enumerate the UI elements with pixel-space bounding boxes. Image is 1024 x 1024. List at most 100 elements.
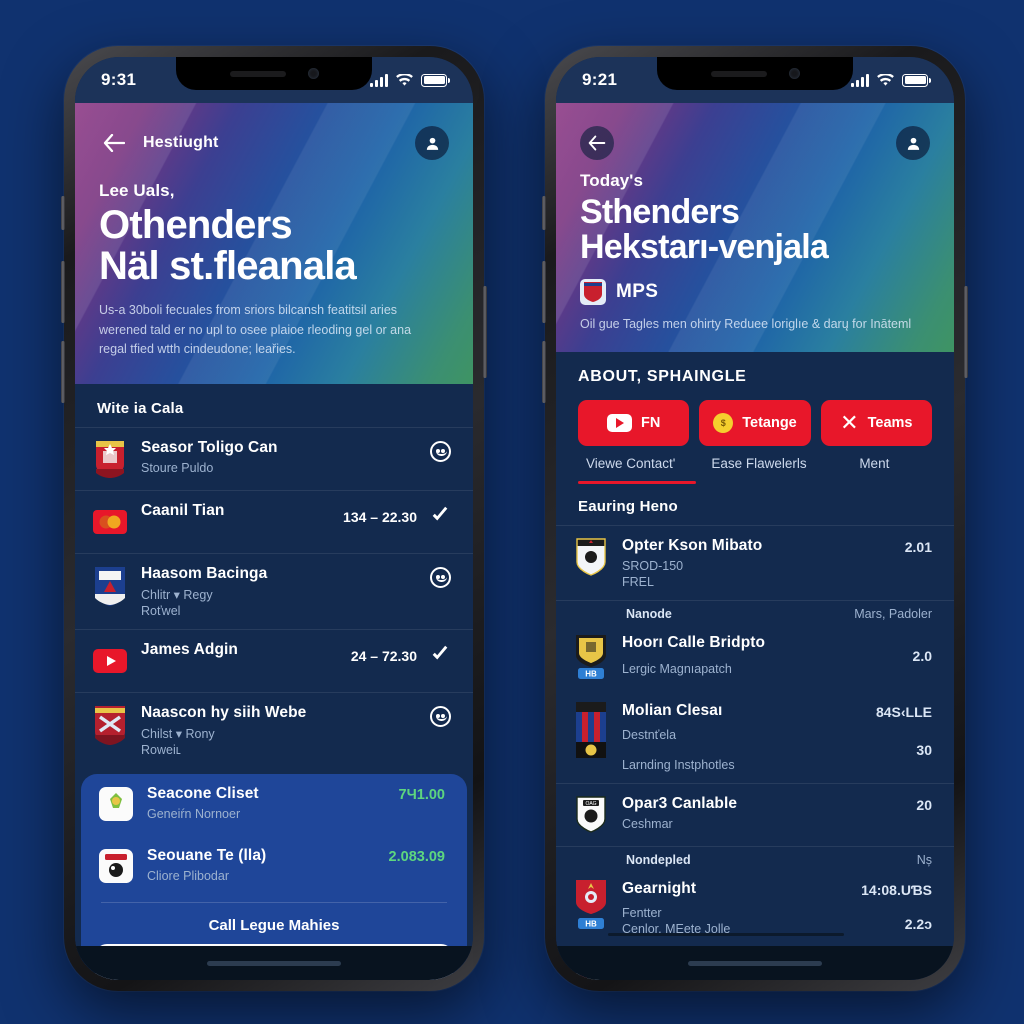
list-item-value: 14:08.UƁS [861, 882, 932, 899]
earpiece-speaker [710, 70, 767, 77]
action-button-fn[interactable]: FN [578, 400, 690, 447]
club-crest-icon: HB [574, 880, 608, 932]
play-button-icon [93, 641, 127, 681]
phone-device-left: 9:31 Hestiught Lee Uals, Othenders Näl s… [61, 46, 487, 991]
list-item[interactable]: Seacone Cliset Geneiŕn Nornoer 7Ч1.00 [81, 774, 467, 836]
volume-down-button[interactable] [61, 341, 65, 403]
list-item[interactable]: Molian Clesaı Destnťela Larnding Instpho… [556, 691, 954, 783]
battery-full-icon [902, 73, 931, 87]
list-item-name: Haasom Bacinga [141, 564, 268, 582]
list-item-value: 20 [916, 797, 932, 814]
device-notch [176, 57, 372, 90]
hero-eyebrow: Today's [580, 171, 643, 190]
list-item-sub: Chlitr ▾ Regy [141, 587, 213, 602]
list-item[interactable]: HB Hoorı Calle Bridpto Lergic Magnıapatc… [556, 623, 954, 691]
sub-row-left: Nondepled [626, 853, 691, 868]
user-avatar-icon[interactable] [415, 126, 449, 160]
silent-switch[interactable] [542, 196, 546, 230]
cellular-bars-icon [370, 73, 388, 87]
check-icon[interactable] [429, 504, 451, 531]
section-label: ABOUT, SPHAINGLE [578, 368, 747, 386]
list-item[interactable]: Opter Kson Mibato SROD-150 FREL 2.01 [556, 525, 954, 600]
list-item[interactable]: Caanil Tian 134 – 22.30 [75, 489, 473, 553]
tab-label-row: Viewe Contact' Ease Flawelerls Ment [556, 446, 954, 471]
back-arrow-icon[interactable] [580, 126, 614, 160]
list-item-sub2: Roťwel [141, 603, 181, 618]
scroll-indicator[interactable] [608, 933, 844, 936]
list-item-name: Gearnight [622, 880, 697, 898]
list-item-name: Opter Kson Mibato [622, 537, 763, 555]
list-item-name: Seouane Te (lla) [147, 846, 267, 864]
home-indicator-bar [556, 946, 954, 980]
list-item[interactable]: Seouane Te (lla) Cliore Plibodar 2.083.0… [81, 836, 467, 898]
close-x-icon: ✕ [840, 410, 859, 436]
list-item-sub: Fentter [622, 906, 662, 921]
list-item-name: Seasor Toligo Can [141, 438, 278, 456]
action-button-tetange[interactable]: $ Tetange [699, 400, 811, 447]
action-button-teams[interactable]: ✕ Teams [820, 400, 932, 447]
svg-text:HB: HB [585, 670, 597, 679]
user-avatar-icon[interactable] [896, 126, 930, 160]
front-camera [307, 68, 319, 79]
silent-switch[interactable] [61, 196, 65, 230]
volume-up-button[interactable] [61, 261, 65, 323]
refresh-face-icon[interactable] [430, 705, 451, 727]
status-clock: 9:31 [101, 70, 137, 89]
list-item-sub: Ceshmar [622, 817, 673, 832]
list-item-score: 24 – 72.30 [350, 648, 417, 664]
list-item-sub: Geneiŕn Nornoer [147, 806, 241, 821]
earpiece-speaker [229, 70, 286, 77]
list-item[interactable]: OAG Opar3 Canlable Ceshmar 20 [556, 783, 954, 846]
status-indicators [370, 73, 450, 87]
device-notch [657, 57, 853, 90]
club-crest-icon [99, 847, 133, 887]
check-icon[interactable] [429, 643, 451, 670]
list-item[interactable]: Naascon hy siih Webe Chilst ▾ Rony Rowei… [75, 691, 473, 768]
wifi-icon [396, 73, 413, 86]
tab-ease-flawelerls[interactable]: Ease Flawelerls [701, 456, 816, 471]
hero-description: Oil gue Tagles men ohirty Reduee loriglı… [580, 317, 912, 332]
page-title-line2: Näl st.fleanala [99, 244, 357, 289]
nav-title: Hestiught [143, 134, 219, 151]
volume-down-button[interactable] [542, 341, 546, 403]
page-title-line1: Sthenders [580, 193, 740, 231]
sub-row: Nanode Mars, Padoler [556, 600, 954, 623]
battery-full-icon [421, 73, 450, 87]
tab-ment[interactable]: Ment [817, 456, 932, 471]
home-indicator[interactable] [207, 960, 341, 966]
back-arrow-icon[interactable] [99, 128, 129, 158]
action-button-label: FN [640, 415, 661, 432]
list-item-name: Naascon hy siih Webe [141, 703, 307, 721]
list-item-sub: Lergic Magnıapatch [622, 662, 732, 677]
page-title-line1: Othenders [99, 203, 293, 247]
club-crest-icon: HB [574, 634, 608, 680]
list-item[interactable]: Haasom Bacinga Chlitr ▾ Regy Roťwel [75, 552, 473, 629]
list-item-name: James Adgin [141, 640, 238, 658]
list-item-name: Hoorı Calle Bridpto [622, 634, 766, 652]
screen-left: 9:31 Hestiught Lee Uals, Othenders Näl s… [75, 57, 473, 980]
club-crest-icon [574, 702, 608, 760]
volume-up-button[interactable] [542, 261, 546, 323]
phone-device-right: 9:21 Today's Sthenders Hekstarı-venjala … [542, 46, 968, 991]
list-item[interactable]: Seasor Toligo Can Stoure Puldo [75, 426, 473, 490]
power-button[interactable] [964, 286, 968, 378]
home-indicator-bar [75, 946, 473, 980]
play-button-icon [606, 414, 632, 433]
tab-view-contact[interactable]: Viewe Contact' [578, 456, 701, 471]
list-item[interactable]: James Adgin 24 – 72.30 [75, 628, 473, 692]
list-item-value-secondary: 2.2ɔ [904, 916, 932, 933]
sub-row-right: Nș [916, 853, 932, 868]
refresh-face-icon[interactable] [430, 566, 451, 588]
sub-row-left: Nanode [626, 607, 672, 622]
list-item-sub: SROD-150 [622, 559, 684, 574]
list-item-sub: Chilst ▾ Rony [141, 726, 215, 741]
club-crest-icon: OAG [574, 795, 608, 835]
section-label: Wite ia Cala [97, 399, 184, 417]
club-crest-icon [93, 565, 127, 606]
page-title-line2: Hekstarı-venjala [580, 228, 829, 267]
home-indicator[interactable] [688, 960, 822, 966]
action-button-label: Teams [867, 415, 913, 432]
list-item-value-secondary: 30 [916, 742, 932, 759]
refresh-face-icon[interactable] [430, 440, 451, 462]
power-button[interactable] [483, 286, 487, 378]
